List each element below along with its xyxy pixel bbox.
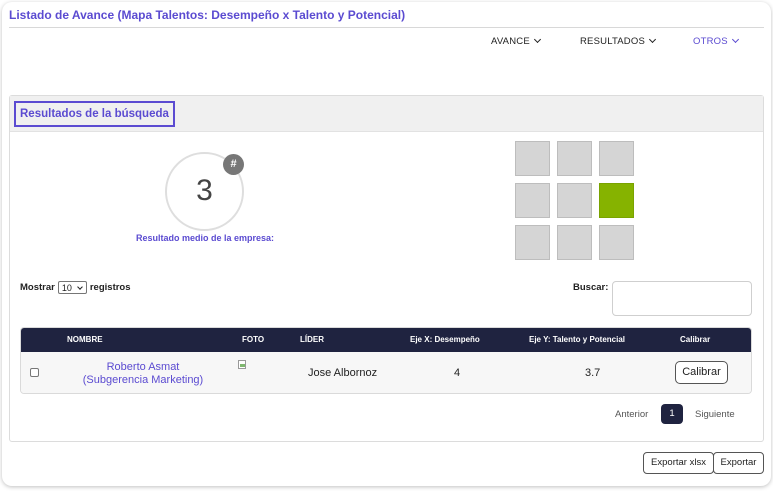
export-xlsx-button[interactable]: Exportar xlsx bbox=[643, 452, 714, 474]
header-calibrate[interactable]: Calibrar bbox=[680, 335, 710, 344]
y-value: 3.7 bbox=[585, 367, 601, 379]
x-value: 4 bbox=[454, 367, 461, 379]
talent-grid bbox=[515, 141, 634, 261]
chevron-down-icon bbox=[77, 283, 83, 290]
nav-resultados-label: RESULTADOS bbox=[580, 36, 645, 47]
broken-image-icon bbox=[238, 360, 250, 372]
table-row: Roberto Asmat (Subgerencia Marketing) Jo… bbox=[21, 352, 751, 393]
header-name[interactable]: NOMBRE bbox=[67, 335, 103, 344]
nav-resultados[interactable]: RESULTADOS bbox=[580, 35, 657, 47]
show-prefix: Mostrar bbox=[20, 282, 55, 293]
leader-name: Jose Albornoz bbox=[308, 367, 378, 379]
chevron-down-icon bbox=[731, 35, 739, 44]
search-label: Buscar: bbox=[573, 282, 609, 293]
grid-cell-r1-c2[interactable] bbox=[557, 141, 592, 176]
page-size-select[interactable]: 10 bbox=[57, 281, 87, 294]
nav-avance[interactable]: AVANCE bbox=[491, 35, 541, 47]
grid-cell-r1-c3[interactable] bbox=[599, 141, 634, 176]
pagination-prev[interactable]: Anterior bbox=[615, 409, 648, 420]
table-header: NOMBRE FOTO LÍDER Eje X: Desempeño Eje Y… bbox=[21, 328, 751, 352]
header-leader[interactable]: LÍDER bbox=[300, 335, 324, 344]
hash-badge: # bbox=[223, 154, 244, 175]
page-size-control: Mostrar 10 registros bbox=[20, 281, 131, 294]
search-input[interactable] bbox=[612, 281, 752, 316]
grid-cell-r1-c1[interactable] bbox=[515, 141, 550, 176]
employee-name: Roberto Asmat bbox=[106, 361, 180, 373]
page-size-value: 10 bbox=[61, 282, 72, 293]
nav-avance-label: AVANCE bbox=[491, 36, 530, 47]
title-divider bbox=[9, 27, 764, 28]
page-title: Listado de Avance (Mapa Talentos: Desemp… bbox=[9, 8, 406, 22]
row-checkbox[interactable] bbox=[30, 368, 39, 377]
header-x[interactable]: Eje X: Desempeño bbox=[410, 335, 480, 344]
nav-otros-label: OTROS bbox=[693, 36, 728, 47]
export-button[interactable]: Exportar bbox=[713, 452, 764, 474]
header-photo[interactable]: FOTO bbox=[242, 335, 264, 344]
pagination-current[interactable]: 1 bbox=[661, 404, 683, 424]
results-table: NOMBRE FOTO LÍDER Eje X: Desempeño Eje Y… bbox=[20, 327, 752, 394]
grid-cell-r3-c1[interactable] bbox=[515, 225, 550, 260]
employee-department: (Subgerencia Marketing) bbox=[82, 374, 204, 386]
chevron-down-icon bbox=[648, 35, 657, 44]
grid-cell-r2-c1[interactable] bbox=[515, 183, 550, 218]
score-caption: Resultado medio de la empresa: bbox=[135, 233, 275, 243]
show-suffix: registros bbox=[89, 282, 131, 293]
grid-cell-r3-c2[interactable] bbox=[557, 225, 592, 260]
nav-otros[interactable]: OTROS bbox=[693, 35, 739, 47]
top-nav: AVANCE RESULTADOS OTROS bbox=[0, 35, 773, 50]
pagination-next[interactable]: Siguiente bbox=[695, 409, 735, 420]
panel-title: Resultados de la búsqueda bbox=[14, 101, 175, 127]
grid-cell-r3-c3[interactable] bbox=[599, 225, 634, 260]
grid-cell-r2-c3[interactable] bbox=[599, 183, 634, 218]
panel-header: Resultados de la búsqueda bbox=[10, 96, 763, 132]
calibrate-button[interactable]: Calibrar bbox=[675, 361, 728, 384]
chevron-down-icon bbox=[533, 35, 541, 44]
header-y[interactable]: Eje Y: Talento y Potencial bbox=[529, 335, 625, 344]
grid-cell-r2-c2[interactable] bbox=[557, 183, 592, 218]
employee-name-link[interactable]: Roberto Asmat (Subgerencia Marketing) bbox=[77, 361, 209, 387]
